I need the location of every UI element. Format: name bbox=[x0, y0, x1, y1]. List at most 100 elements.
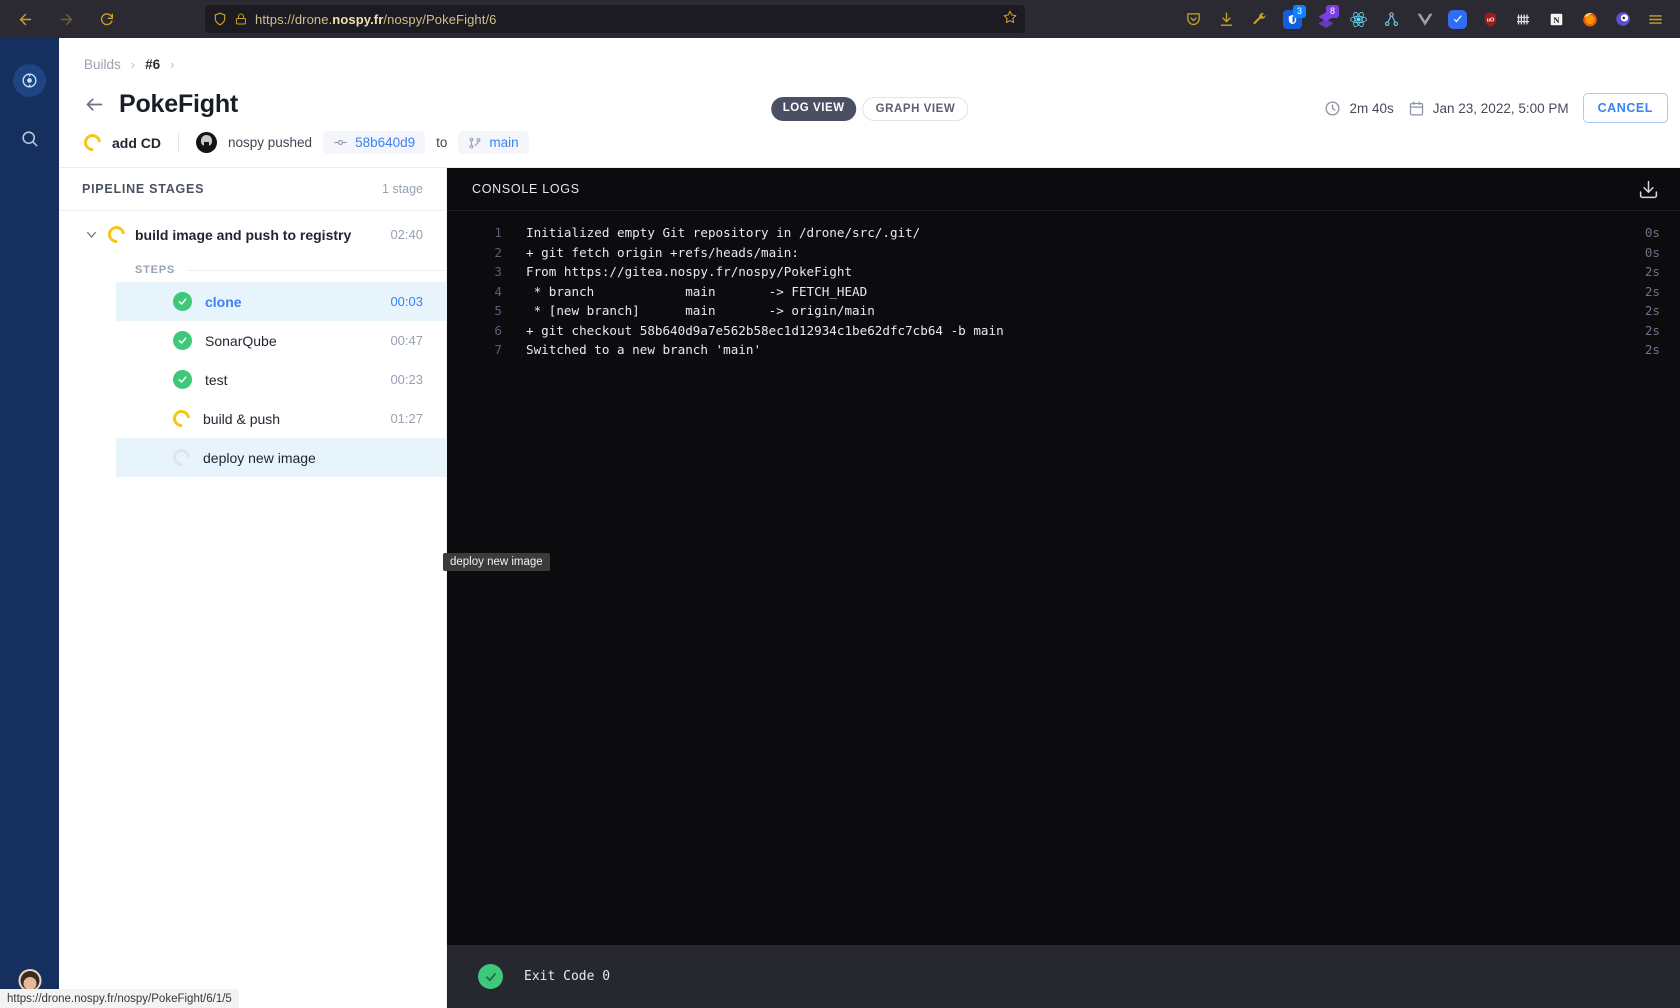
log-line-duration: 2s bbox=[1644, 342, 1660, 358]
tab-graph-view[interactable]: GRAPH VIEW bbox=[862, 97, 969, 121]
lock-icon bbox=[235, 13, 247, 25]
view-tabs: LOG VIEW GRAPH VIEW bbox=[770, 97, 969, 121]
step-test[interactable]: test 00:23 bbox=[116, 360, 446, 399]
app-sidebar-rail bbox=[0, 38, 59, 1008]
profile-icon[interactable] bbox=[1606, 0, 1639, 38]
commit-sha: 58b640d9 bbox=[355, 135, 416, 150]
success-check-icon bbox=[173, 292, 192, 311]
step-sonarqube[interactable]: SonarQube 00:47 bbox=[116, 321, 446, 360]
layers-icon[interactable]: 8 bbox=[1309, 0, 1342, 38]
reload-icon[interactable] bbox=[94, 6, 120, 32]
downloads-icon[interactable] bbox=[1210, 0, 1243, 38]
success-check-icon bbox=[173, 370, 192, 389]
log-line-duration: 0s bbox=[1644, 244, 1660, 260]
svg-text:N: N bbox=[1553, 15, 1560, 25]
log-line-number: 5 bbox=[494, 303, 502, 319]
forward-arrow-icon[interactable] bbox=[53, 6, 79, 32]
shield-icon bbox=[213, 12, 227, 26]
step-name: test bbox=[205, 371, 228, 388]
step-duration: 00:47 bbox=[390, 333, 423, 348]
log-line: 5 * [new branch] main -> origin/main 2s bbox=[447, 301, 1680, 321]
build-meta: add CD nospy pushed 58b640d9 to main bbox=[80, 130, 529, 155]
breadcrumb-builds[interactable]: Builds bbox=[84, 57, 121, 72]
branch-chip[interactable]: main bbox=[458, 131, 529, 154]
breadcrumb: Builds › #6 › bbox=[84, 57, 175, 72]
console-logs-panel: CONSOLE LOGS 1 Initialized empty Git rep… bbox=[447, 168, 1680, 1008]
log-line-duration: 2s bbox=[1644, 303, 1660, 319]
success-check-icon bbox=[173, 331, 192, 350]
commit-icon bbox=[333, 135, 348, 150]
step-duration: 00:03 bbox=[390, 294, 423, 309]
download-icon[interactable] bbox=[1638, 179, 1659, 200]
star-icon[interactable] bbox=[1003, 10, 1017, 29]
tooltip: deploy new image bbox=[443, 553, 550, 571]
build-header: Builds › #6 › PokeFight add CD nospy pus… bbox=[59, 38, 1680, 168]
firefox-account-icon[interactable] bbox=[1573, 0, 1606, 38]
graph-icon[interactable] bbox=[1375, 0, 1408, 38]
running-spinner-icon bbox=[169, 406, 194, 431]
svg-text:uO: uO bbox=[1487, 17, 1495, 23]
browser-toolbar: https://drone.nospy.fr/nospy/PokeFight/6… bbox=[0, 0, 1680, 38]
drone-logo-icon[interactable] bbox=[13, 64, 46, 97]
back-arrow-icon[interactable] bbox=[84, 94, 105, 115]
pocket-icon[interactable] bbox=[1177, 0, 1210, 38]
step-clone[interactable]: clone 00:03 bbox=[116, 282, 446, 321]
log-line: 2 + git fetch origin +refs/heads/main: 0… bbox=[447, 243, 1680, 263]
cancel-button[interactable]: CANCEL bbox=[1582, 93, 1668, 123]
tab-log-view[interactable]: LOG VIEW bbox=[770, 97, 857, 121]
wrench-icon[interactable] bbox=[1243, 0, 1276, 38]
ublock-origin-icon[interactable]: uO bbox=[1474, 0, 1507, 38]
log-line-duration: 2s bbox=[1644, 283, 1660, 299]
barcode-icon[interactable] bbox=[1507, 0, 1540, 38]
layers-badge: 8 bbox=[1326, 5, 1339, 18]
step-build-and-push[interactable]: build & push 01:27 bbox=[116, 399, 446, 438]
vuejs-devtools-icon[interactable] bbox=[1408, 0, 1441, 38]
page-title: PokeFight bbox=[119, 90, 239, 118]
title-row: PokeFight bbox=[84, 90, 238, 119]
branch-name: main bbox=[489, 135, 519, 150]
commit-message: add CD bbox=[112, 134, 161, 151]
log-line-number: 7 bbox=[494, 342, 502, 358]
log-lines: 1 Initialized empty Git repository in /d… bbox=[447, 211, 1680, 360]
url-text: https://drone.nospy.fr/nospy/PokeFight/6 bbox=[255, 11, 497, 27]
steps-header: STEPS bbox=[59, 258, 446, 282]
to-label: to bbox=[436, 135, 448, 150]
log-line-text: + git checkout 58b640d9a7e562b58ec1d1293… bbox=[526, 322, 1004, 338]
commit-sha-chip[interactable]: 58b640d9 bbox=[323, 131, 426, 154]
notion-icon[interactable]: N bbox=[1540, 0, 1573, 38]
success-check-icon bbox=[478, 964, 503, 989]
clock-icon bbox=[1324, 100, 1341, 117]
log-line-number: 6 bbox=[494, 322, 502, 338]
log-line: 7 Switched to a new branch 'main' 2s bbox=[447, 340, 1680, 360]
log-line-text: + git fetch origin +refs/heads/main: bbox=[526, 244, 799, 260]
chevron-down-icon[interactable] bbox=[84, 227, 108, 242]
chevron-right-icon: › bbox=[170, 57, 175, 72]
console-title: CONSOLE LOGS bbox=[472, 182, 580, 196]
stage-row[interactable]: build image and push to registry 02:40 bbox=[59, 211, 446, 258]
back-arrow-icon[interactable] bbox=[12, 6, 38, 32]
log-line-text: Initialized empty Git repository in /dro… bbox=[526, 225, 921, 241]
log-line: 4 * branch main -> FETCH_HEAD 2s bbox=[447, 282, 1680, 302]
log-line: 6 + git checkout 58b640d9a7e562b58ec1d12… bbox=[447, 321, 1680, 341]
menu-icon[interactable] bbox=[1639, 0, 1672, 38]
react-devtools-icon[interactable] bbox=[1342, 0, 1375, 38]
step-deploy-new-image[interactable]: deploy new image bbox=[116, 438, 446, 477]
running-spinner-icon bbox=[104, 222, 135, 247]
bitwarden-icon[interactable]: 3 bbox=[1276, 0, 1309, 38]
address-bar[interactable]: https://drone.nospy.fr/nospy/PokeFight/6 bbox=[205, 5, 1025, 33]
search-icon[interactable] bbox=[20, 129, 39, 153]
log-line-duration: 2s bbox=[1644, 322, 1660, 338]
divider bbox=[178, 133, 179, 152]
log-line-number: 3 bbox=[494, 264, 502, 280]
timestamp-text: Jan 23, 2022, 5:00 PM bbox=[1432, 100, 1569, 116]
log-line-number: 4 bbox=[494, 283, 502, 299]
browser-extensions: 3 8 uO N bbox=[1177, 0, 1672, 38]
grammarly-icon[interactable] bbox=[1441, 0, 1474, 38]
divider bbox=[187, 269, 446, 271]
log-line-text: Switched to a new branch 'main' bbox=[526, 342, 762, 358]
steps-label: STEPS bbox=[135, 264, 176, 276]
breadcrumb-build-number[interactable]: #6 bbox=[145, 57, 160, 72]
log-line: 1 Initialized empty Git repository in /d… bbox=[447, 223, 1680, 243]
bitwarden-badge: 3 bbox=[1293, 5, 1306, 18]
step-name: SonarQube bbox=[205, 332, 277, 349]
